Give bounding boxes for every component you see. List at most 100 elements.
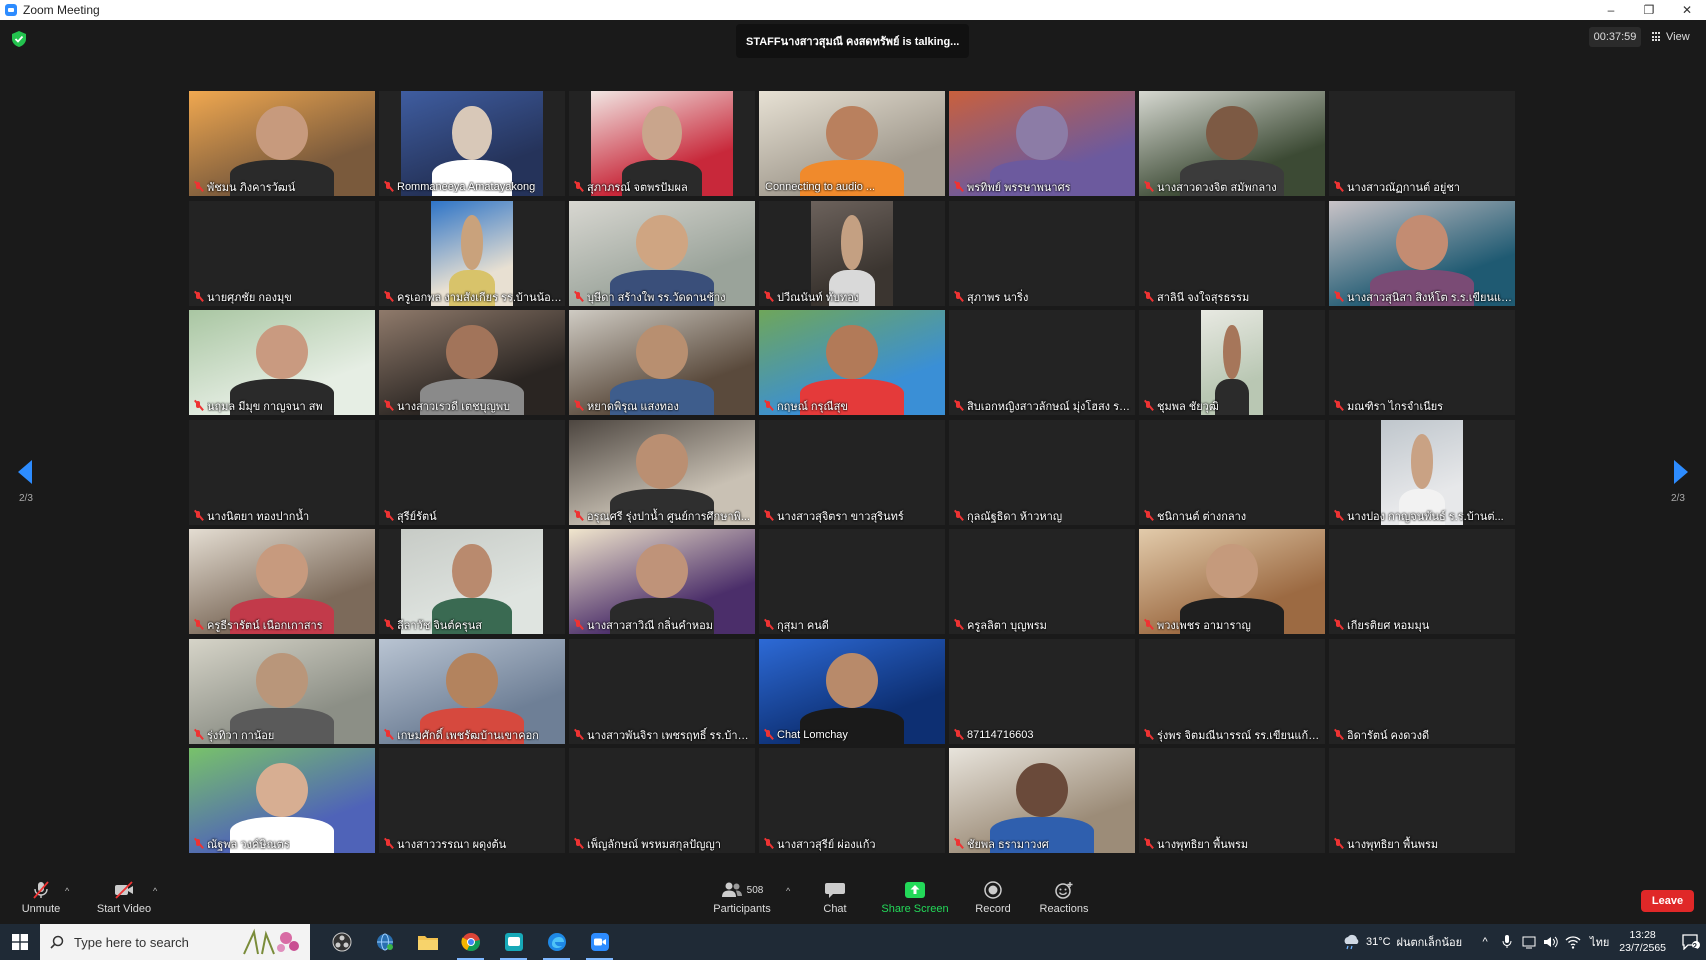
- minimize-button[interactable]: –: [1592, 0, 1630, 20]
- muted-microphone-icon: [1333, 181, 1343, 193]
- participant-tile[interactable]: ชุมพล ชัยวุฒิ: [1139, 310, 1325, 415]
- participants-button[interactable]: 508 Participants: [710, 872, 774, 924]
- participant-tile[interactable]: สิบเอกหญิงสาวลักษณ์ มุ่งโฮสง รร.ว...: [949, 310, 1135, 415]
- participant-tile[interactable]: รุ่งทิวา กาน้อย: [189, 638, 375, 744]
- encryption-shield-icon[interactable]: [12, 31, 26, 47]
- participant-tile[interactable]: Chat Lomchay: [759, 638, 945, 744]
- participant-tile[interactable]: นายศุภชัย กองมุข: [189, 200, 375, 306]
- view-button[interactable]: View: [1652, 27, 1690, 47]
- participant-tile[interactable]: Rommaneeya Amatayakong: [379, 91, 565, 196]
- participant-tile[interactable]: นางสาววรรณา ผดุงต้น: [379, 748, 565, 853]
- leave-button[interactable]: Leave: [1641, 890, 1694, 912]
- participant-tile[interactable]: นางสาวดวงจิต สมัพกลาง: [1139, 91, 1325, 196]
- previous-page-arrow-icon[interactable]: [18, 460, 32, 484]
- participant-face: [1205, 543, 1259, 599]
- participant-tile[interactable]: นางปอง กาญจนพันธ์ ร.ร.บ้านต่...: [1329, 419, 1515, 525]
- participant-tile[interactable]: นางสาวณัฏกานต์ อยู่ชา: [1329, 91, 1515, 196]
- participant-tile[interactable]: สุรีย์รัตน์: [379, 419, 565, 525]
- participant-tile[interactable]: อิดารัตน์ คงดวงดี: [1329, 638, 1515, 744]
- reactions-button[interactable]: Reactions: [1038, 872, 1090, 924]
- next-page-arrow-icon[interactable]: [1674, 460, 1688, 484]
- reactions-smiley-icon: [1055, 882, 1073, 899]
- restore-button[interactable]: ❐: [1630, 0, 1668, 20]
- participant-name: ครูเอกพล งามสังเกียร รร.บ้านน้อยนาว: [397, 291, 563, 304]
- close-button[interactable]: ✕: [1668, 0, 1706, 20]
- muted-microphone-icon: [193, 510, 203, 522]
- participant-tile[interactable]: นางสาวสุรีย์ ผ่องแก้ว: [759, 748, 945, 853]
- participants-options-caret-icon[interactable]: ^: [786, 886, 790, 896]
- participant-tile[interactable]: ณัฐพล วงค์ษิณตร: [189, 748, 375, 853]
- edge-app-icon[interactable]: [535, 924, 578, 960]
- participant-tile[interactable]: พวงเพชร อามาราญ: [1139, 529, 1325, 634]
- participant-tile[interactable]: นางสาวสุนิสา สิงห์โต ร.ร.เขียนแก้ว...: [1329, 200, 1515, 306]
- participant-tile[interactable]: มณฑิรา ไกรจำเนียร: [1329, 310, 1515, 415]
- participant-tile[interactable]: เกษมศักดิ์ เพชรัฒบ้านเขาคอก: [379, 638, 565, 744]
- line-app-icon[interactable]: [492, 924, 535, 960]
- participant-tile[interactable]: กุสุมา คนดี: [759, 529, 945, 634]
- participant-tile[interactable]: ลีลาวัช จินต์ครุนส: [379, 529, 565, 634]
- wifi-icon[interactable]: [1564, 933, 1582, 951]
- input-language[interactable]: ไทย: [1590, 933, 1609, 951]
- taskbar-search-box[interactable]: Type here to search: [40, 924, 310, 960]
- participant-tile[interactable]: ครูลลิตา บุญพรม: [949, 529, 1135, 634]
- sync-tray-icon[interactable]: [1520, 933, 1538, 951]
- start-video-button[interactable]: Start Video: [94, 872, 154, 924]
- file-explorer-app-icon[interactable]: [406, 924, 449, 960]
- participant-tile[interactable]: กุลณัฐธิดา ห้าวหาญ: [949, 419, 1135, 525]
- participant-tile[interactable]: พรทิพย์ พรรษาพนาศร: [949, 91, 1135, 196]
- participant-tile[interactable]: นฤมล มีมุข กาญจนา สพ: [189, 310, 375, 415]
- muted-microphone-icon: [1143, 729, 1153, 741]
- muted-microphone-icon: [763, 619, 773, 631]
- network-globe-app-icon[interactable]: [363, 924, 406, 960]
- participant-tile[interactable]: นางพุทธิยา พื้นพรม: [1329, 748, 1515, 853]
- participant-tile[interactable]: อรุณศรี รุ่งปาน้ำ ศูนย์การศึกษาพิ...: [569, 419, 755, 525]
- notification-center-button[interactable]: 2: [1676, 924, 1706, 960]
- participant-tile[interactable]: นางสาวเรวดี เตชบุญพบ: [379, 310, 565, 415]
- participant-face: [825, 324, 879, 380]
- audio-options-caret-icon[interactable]: ^: [65, 886, 69, 896]
- participant-tile[interactable]: ชนิกานต์ ต่างกลาง: [1139, 419, 1325, 525]
- obs-app-icon[interactable]: [320, 924, 363, 960]
- participant-name: นางปอง กาญจนพันธ์ ร.ร.บ้านต่...: [1347, 510, 1504, 523]
- participant-tile[interactable]: สุภาภรณ์ จตพรปัมผล: [569, 91, 755, 196]
- volume-icon[interactable]: [1542, 933, 1560, 951]
- video-options-caret-icon[interactable]: ^: [153, 886, 157, 896]
- unmute-button[interactable]: Unmute: [18, 872, 64, 924]
- participant-tile[interactable]: บุษีดา สร้างใพ รร.วัดดานช้าง: [569, 200, 755, 306]
- participant-tile[interactable]: นางสาวพันจิรา เพชรฤทธิ์ รร.บ้าน...: [569, 638, 755, 744]
- muted-microphone-icon: [573, 729, 583, 741]
- participant-tile[interactable]: หยาดพิรุณ แสงทอง: [569, 310, 755, 415]
- participant-tile[interactable]: ชัยพล ธรามาวงศ: [949, 748, 1135, 853]
- participant-name: นางพุทธิยา พื้นพรม: [1347, 839, 1439, 851]
- participant-tile[interactable]: ครูธีรารัตน์ เนือกเกาสาร: [189, 529, 375, 634]
- participant-tile[interactable]: 87114716603: [949, 638, 1135, 744]
- participant-tile[interactable]: นางสาวสุจิตรา ขาวสุรินทร์: [759, 419, 945, 525]
- participant-name-row: Chat Lomchay: [761, 727, 943, 743]
- participant-tile[interactable]: กฤษณ์ กรุณีสุข: [759, 310, 945, 415]
- participant-tile[interactable]: เพ็ญลักษณ์ พรหมสกุลปัญญา: [569, 748, 755, 853]
- chrome-app-icon[interactable]: [449, 924, 492, 960]
- participant-tile[interactable]: Connecting to audio ...: [759, 91, 945, 196]
- record-button[interactable]: Record: [973, 872, 1013, 924]
- page-indicator-right: 2/3: [1671, 493, 1685, 504]
- participant-tile[interactable]: ปวีณนันท์ ทับทอง: [759, 200, 945, 306]
- windows-start-button[interactable]: [0, 924, 40, 960]
- participant-tile[interactable]: นางสาวสาวิณี กลิ่นคำหอม: [569, 529, 755, 634]
- participant-tile[interactable]: สาลินี จงใจสุรธรรม: [1139, 200, 1325, 306]
- muted-microphone-icon: [953, 729, 963, 741]
- system-clock[interactable]: 13:28 23/7/2565: [1619, 929, 1666, 955]
- participant-tile[interactable]: สุภาพร นาริ่ง: [949, 200, 1135, 306]
- show-hidden-icons-chevron-icon[interactable]: ^: [1476, 933, 1494, 951]
- microphone-tray-icon[interactable]: [1498, 933, 1516, 951]
- participant-tile[interactable]: เกียรติยศ หอมมุน: [1329, 529, 1515, 634]
- share-screen-button[interactable]: Share Screen: [880, 872, 950, 924]
- participant-tile[interactable]: พัชมน ภิงคารวัฒน์: [189, 91, 375, 196]
- weather-widget[interactable]: 31°C ฝนตกเล็กน้อย: [1342, 933, 1462, 951]
- participant-tile[interactable]: ครูเอกพล งามสังเกียร รร.บ้านน้อยนาว: [379, 200, 565, 306]
- chat-button[interactable]: Chat: [815, 872, 855, 924]
- participant-tile[interactable]: รุ่งพร จิตมณีนารรณ์ รร.เขียนแก้ววิท...: [1139, 638, 1325, 744]
- zoom-app-icon[interactable]: [578, 924, 621, 960]
- participant-tile[interactable]: นางนิตยา ทองปากน้ำ: [189, 419, 375, 525]
- participant-tile[interactable]: นางพุทธิยา พื้นพรม: [1139, 748, 1325, 853]
- participant-name-row: นฤมล มีมุข กาญจนา สพ: [191, 398, 373, 414]
